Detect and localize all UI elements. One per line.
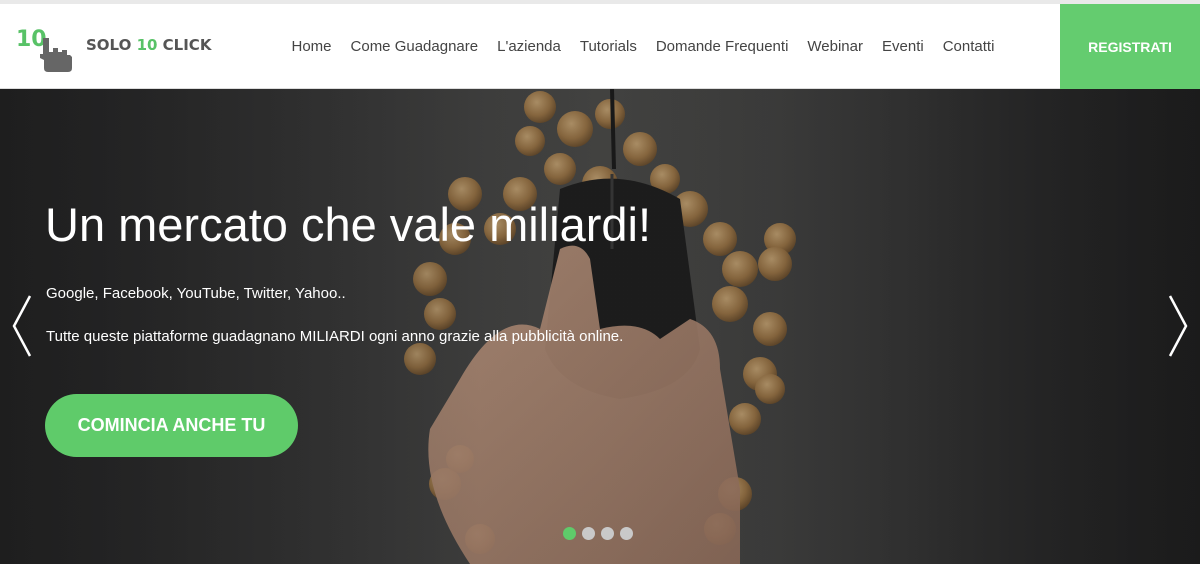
- logo-text: SOLO 10 CLICK: [86, 36, 212, 54]
- hero-title: Un mercato che vale miliardi!: [45, 198, 651, 251]
- slider-pagination: [563, 527, 633, 540]
- nav-domande-frequenti[interactable]: Domande Frequenti: [646, 38, 798, 55]
- register-button[interactable]: REGISTRATI: [1060, 4, 1200, 89]
- nav-eventi[interactable]: Eventi: [873, 38, 934, 55]
- slider-dot-3[interactable]: [601, 527, 614, 540]
- hero-slider: Un mercato che vale miliardi! Google, Fa…: [0, 89, 1200, 564]
- chevron-left-icon: [12, 295, 32, 357]
- hero-subtitle: Google, Facebook, YouTube, Twitter, Yaho…: [46, 285, 346, 302]
- nav-contatti[interactable]: Contatti: [933, 38, 1004, 55]
- slider-next-button[interactable]: [1166, 294, 1190, 358]
- site-header: 10 SOLO 10 CLICK Home Come Guadagnare L'…: [0, 4, 1200, 89]
- svg-text:10: 10: [16, 27, 47, 52]
- nav-tutorials[interactable]: Tutorials: [570, 38, 646, 55]
- slider-dot-2[interactable]: [582, 527, 595, 540]
- hero-overlay: [0, 89, 1200, 564]
- nav-azienda[interactable]: L'azienda: [488, 38, 571, 55]
- nav-webinar[interactable]: Webinar: [798, 38, 873, 55]
- chevron-right-icon: [1168, 295, 1188, 357]
- slider-prev-button[interactable]: [10, 294, 34, 358]
- nav-come-guadagnare[interactable]: Come Guadagnare: [341, 38, 488, 55]
- slider-dot-4[interactable]: [620, 527, 633, 540]
- slider-dot-1[interactable]: [563, 527, 576, 540]
- hero-description: Tutte queste piattaforme guadagnano MILI…: [46, 328, 624, 345]
- main-nav: Home Come Guadagnare L'azienda Tutorials…: [282, 4, 1004, 89]
- logo-hand-icon: 10: [16, 27, 72, 72]
- site-logo[interactable]: 10 SOLO 10 CLICK: [16, 22, 216, 74]
- cta-button[interactable]: COMINCIA ANCHE TU: [45, 394, 298, 457]
- nav-home[interactable]: Home: [282, 38, 341, 55]
